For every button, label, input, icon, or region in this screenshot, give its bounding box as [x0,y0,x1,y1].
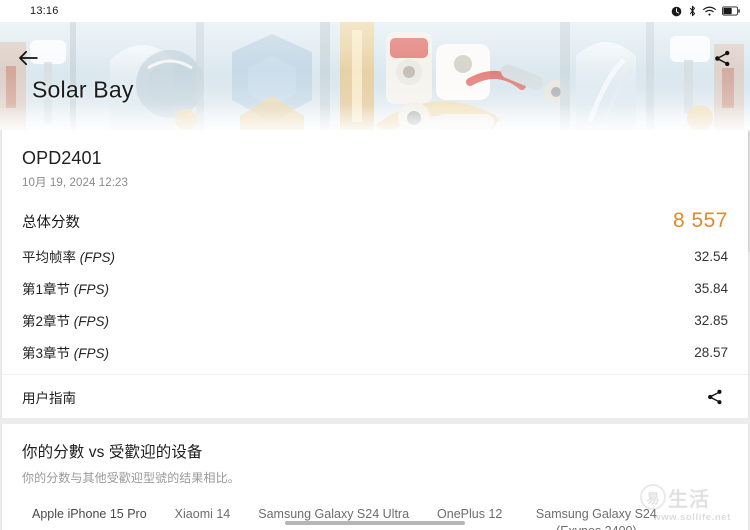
hero-bottom-fade [0,104,750,130]
tab-apple-iphone-15-pro[interactable]: Apple iPhone 15 Pro [18,500,161,530]
result-timestamp: 10月 19, 2024 12:23 [22,177,129,189]
metric-row-chapter-3: 第3章节 (FPS) 28.57 [22,336,728,368]
metric-row-chapter-1: 第1章节 (FPS) 35.84 [22,272,728,304]
metric-label: 第2章节 (FPS) [22,314,110,329]
tab-samsung-galaxy-s24-ultra[interactable]: Samsung Galaxy S24 Ultra [244,500,423,530]
comparison-header: 你的分數 vs 受歡迎的设备 你的分数与其他受歡迎型號的结果相比。 [2,424,748,486]
metric-value: 32.85 [694,312,728,328]
back-arrow-icon [19,50,38,66]
metrics-list: 总体分数 8 557 平均帧率 (FPS) 32.54 第1章节 (FPS) 3… [2,192,748,374]
total-score-label: 总体分数 [22,214,80,231]
user-guide-label: 用户指南 [22,390,76,406]
metric-row-chapter-2: 第2章节 (FPS) 32.85 [22,304,728,336]
bluetooth-icon [689,5,696,17]
hero-banner: Solar Bay [0,22,750,130]
result-card: OPD2401 10月 19, 2024 12:23 总体分数 8 557 平均… [1,130,749,418]
battery-icon [722,6,740,16]
user-guide-row[interactable]: 用户指南 [2,374,748,418]
comparison-subtitle: 你的分数与其他受歡迎型號的结果相比。 [22,471,240,485]
metric-value: 35.84 [694,280,728,296]
metric-unit: (FPS) [73,282,110,297]
total-score-value: 8 557 [672,209,728,232]
metric-unit: (FPS) [73,314,110,329]
device-tabs: Apple iPhone 15 Pro Xiaomi 14 Samsung Ga… [2,500,748,530]
metric-unit: (FPS) [73,346,110,361]
tab-xiaomi-14[interactable]: Xiaomi 14 [161,500,245,530]
wifi-icon [703,6,716,16]
metric-row-avg-fps: 平均帧率 (FPS) 32.54 [22,240,728,272]
tab-samsung-galaxy-s24-exynos-2400[interactable]: Samsung Galaxy S24 (Exynos 2400) [516,500,676,530]
result-header: OPD2401 10月 19, 2024 12:23 [2,130,748,192]
metric-label: 第3章节 (FPS) [22,346,110,361]
total-score-row: 总体分数 8 557 [22,202,728,240]
home-gesture-bar[interactable] [285,521,465,525]
back-button[interactable] [14,44,42,72]
metric-value: 32.54 [694,248,728,264]
metric-unit: (FPS) [79,250,116,265]
metric-label: 平均帧率 (FPS) [22,250,116,265]
tab-oneplus-12[interactable]: OnePlus 12 [423,500,516,530]
device-name: OPD2401 [22,148,102,168]
app-root: 13:16 Solar Bay OPD2401 10月 19, 2024 12:… [0,0,750,530]
share-button-header[interactable] [708,44,736,72]
status-bar: 13:16 [0,0,750,22]
status-bar-icons [671,5,740,17]
share-icon [708,389,722,404]
status-bar-clock: 13:16 [30,5,59,17]
alarm-icon [671,6,682,16]
comparison-title: 你的分數 vs 受歡迎的设备 [22,444,203,461]
comparison-card: 你的分數 vs 受歡迎的设备 你的分数与其他受歡迎型號的结果相比。 Apple … [1,424,749,530]
metric-label: 第1章节 (FPS) [22,282,110,297]
share-icon [714,50,729,66]
metric-value: 28.57 [694,344,728,360]
share-button-guide[interactable] [702,384,728,410]
benchmark-title: Solar Bay [32,76,134,103]
